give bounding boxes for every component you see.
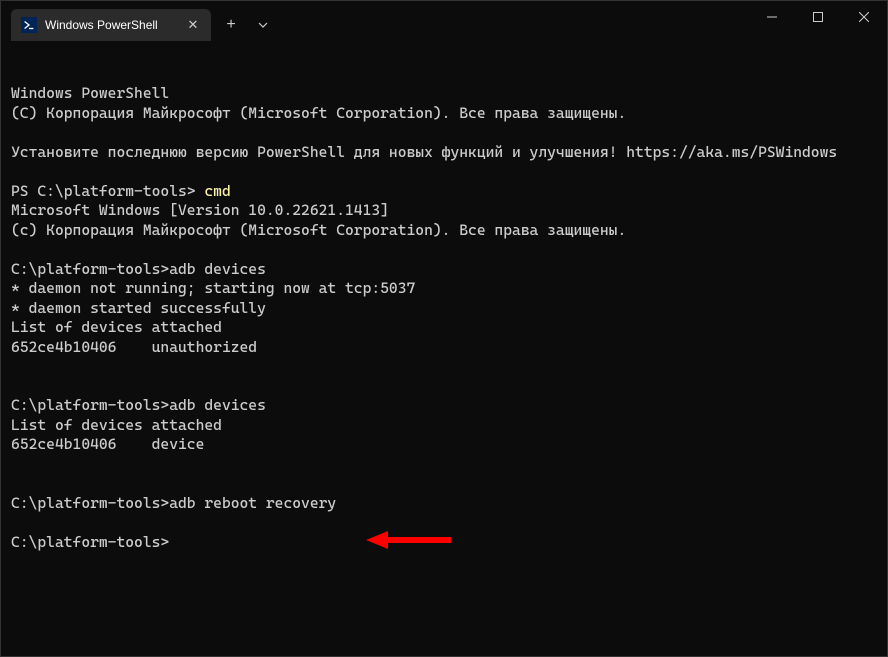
command-text: adb reboot recovery bbox=[169, 494, 336, 512]
tab-powershell[interactable]: Windows PowerShell ✕ bbox=[11, 9, 211, 41]
terminal-line: C:\platform-tools>adb devices bbox=[11, 396, 877, 416]
terminal-line: (c) Корпорация Майкрософт (Microsoft Cor… bbox=[11, 221, 877, 241]
tab-label: Windows PowerShell bbox=[45, 18, 177, 32]
terminal-line: 652ce4b10406 unauthorized bbox=[11, 338, 877, 358]
terminal-line: List of devices attached bbox=[11, 416, 877, 436]
terminal-window: Windows PowerShell ✕ + Windows PowerShel… bbox=[0, 0, 888, 657]
terminal-line bbox=[11, 240, 877, 260]
window-close-button[interactable] bbox=[841, 1, 887, 33]
terminal-line: C:\platform-tools>adb devices bbox=[11, 260, 877, 280]
terminal-line: Microsoft Windows [Version 10.0.22621.14… bbox=[11, 201, 877, 221]
prompt-text: C:\platform-tools> bbox=[11, 260, 169, 278]
prompt-text: PS C:\platform-tools> bbox=[11, 182, 204, 200]
terminal-line: (C) Корпорация Майкрософт (Microsoft Cor… bbox=[11, 104, 877, 124]
terminal-line: 652ce4b10406 device bbox=[11, 435, 877, 455]
terminal-line bbox=[11, 162, 877, 182]
terminal-line: List of devices attached bbox=[11, 318, 877, 338]
terminal-line: Windows PowerShell bbox=[11, 84, 877, 104]
prompt-text: C:\platform-tools> bbox=[11, 533, 169, 551]
command-text: adb devices bbox=[169, 260, 266, 278]
tab-close-button[interactable]: ✕ bbox=[185, 17, 201, 33]
terminal-line bbox=[11, 357, 877, 377]
terminal-line: * daemon not running; starting now at tc… bbox=[11, 279, 877, 299]
tab-dropdown-button[interactable] bbox=[247, 9, 279, 41]
powershell-icon bbox=[21, 17, 37, 33]
command-text: cmd bbox=[204, 182, 230, 200]
prompt-text: C:\platform-tools> bbox=[11, 396, 169, 414]
terminal-line: PS C:\platform-tools> cmd bbox=[11, 182, 877, 202]
new-tab-button[interactable]: + bbox=[215, 9, 247, 41]
terminal-line bbox=[11, 377, 877, 397]
terminal-body[interactable]: Windows PowerShell(C) Корпорация Майкрос… bbox=[1, 41, 887, 656]
terminal-line bbox=[11, 474, 877, 494]
terminal-line: C:\platform-tools>adb reboot recovery bbox=[11, 494, 877, 514]
maximize-button[interactable] bbox=[795, 1, 841, 33]
terminal-line: Установите последнюю версию PowerShell д… bbox=[11, 143, 877, 163]
terminal-line bbox=[11, 455, 877, 475]
prompt-text: C:\platform-tools> bbox=[11, 494, 169, 512]
titlebar: Windows PowerShell ✕ + bbox=[1, 1, 887, 41]
tabs-area: Windows PowerShell ✕ + bbox=[1, 1, 279, 41]
minimize-button[interactable] bbox=[749, 1, 795, 33]
terminal-line bbox=[11, 123, 877, 143]
terminal-line bbox=[11, 513, 877, 533]
window-controls bbox=[749, 1, 887, 41]
command-text: adb devices bbox=[169, 396, 266, 414]
terminal-line: C:\platform-tools> bbox=[11, 533, 877, 553]
terminal-line: * daemon started successfully bbox=[11, 299, 877, 319]
